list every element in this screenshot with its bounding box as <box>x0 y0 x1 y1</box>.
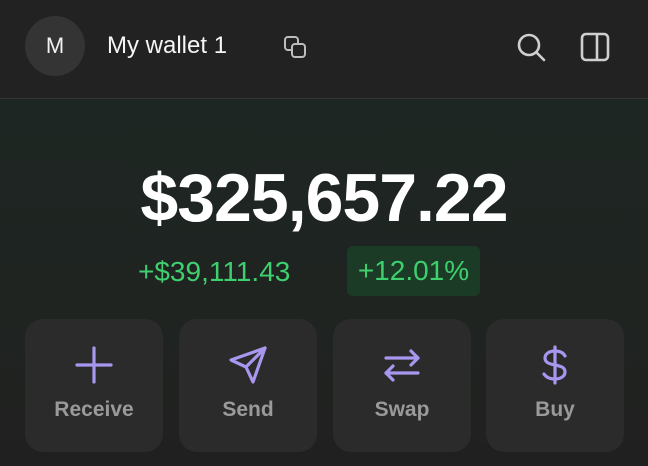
portfolio-summary: $325,657.22 +$39,111.43 +12.01% Receive … <box>0 99 648 466</box>
send-button[interactable]: Send <box>179 319 317 452</box>
send-icon <box>229 346 267 384</box>
buy-button[interactable]: Buy <box>486 319 624 452</box>
dollar-icon <box>542 345 567 385</box>
buy-label: Buy <box>535 398 575 421</box>
avatar[interactable]: M <box>25 16 85 76</box>
receive-label: Receive <box>54 398 134 421</box>
balance-change-amount: +$39,111.43 <box>138 256 291 287</box>
search-icon[interactable] <box>515 31 547 63</box>
total-balance: $325,657.22 <box>140 160 508 236</box>
sidebar-panel-icon[interactable] <box>579 31 611 63</box>
balance-change-percent-badge: +12.01% <box>347 246 480 296</box>
wallet-name[interactable]: My wallet 1 <box>107 31 227 61</box>
swap-button[interactable]: Swap <box>333 319 471 452</box>
swap-label: Swap <box>374 398 430 421</box>
plus-icon <box>75 346 113 384</box>
send-label: Send <box>222 398 274 421</box>
wallet-header: M My wallet 1 <box>0 0 648 99</box>
receive-button[interactable]: Receive <box>25 319 163 452</box>
copy-icon[interactable] <box>282 34 308 60</box>
swap-icon <box>384 349 420 382</box>
